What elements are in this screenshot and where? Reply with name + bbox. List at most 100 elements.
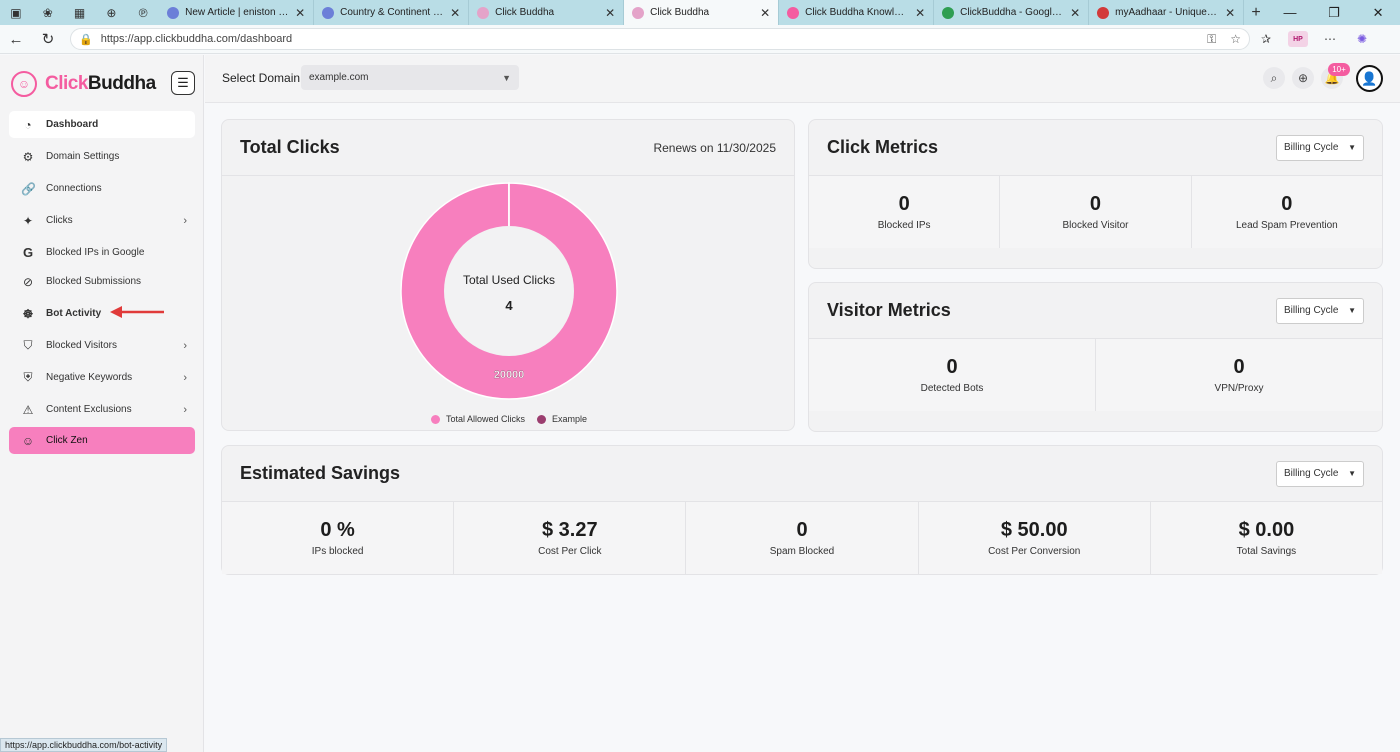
tab-actions-icon[interactable]: ▣ [0, 0, 32, 25]
metric-cell: 0 Blocked IPs [809, 176, 1001, 248]
tab-favicon-icon [1097, 6, 1110, 19]
savings-billing-cycle-select[interactable]: Billing Cycle ▼ [1276, 460, 1364, 487]
browser-tab[interactable]: Click Buddha Knowledge Ba ✕ [779, 0, 935, 25]
pinned-tab-4[interactable]: ℗ [127, 0, 159, 25]
tab-favicon-icon [477, 6, 490, 19]
browser-tab[interactable]: Click Buddha ✕ [469, 0, 625, 25]
menu-toggle-icon[interactable]: ☰ [171, 71, 195, 95]
metric-cell: 0 Lead Spam Prevention [1192, 176, 1382, 248]
avatar[interactable]: 👤 [1356, 65, 1383, 92]
sidebar-item-blocked-submissions[interactable]: ⊘ Blocked Submissions [9, 268, 195, 295]
close-tab-icon[interactable]: ✕ [295, 6, 305, 20]
domain-select-value: example.com [309, 72, 369, 83]
profile-badge[interactable]: HP [1288, 31, 1308, 47]
close-window-icon[interactable]: ✕ [1356, 0, 1400, 25]
chevron-right-icon[interactable]: › [183, 215, 187, 227]
metric-cell: $ 3.27 Cost Per Click [454, 502, 687, 574]
sidebar-item-blocked-visitors[interactable]: ⛉ Blocked Visitors › [9, 332, 195, 359]
chevron-down-icon: ▼ [1348, 469, 1356, 478]
tab-title: Click Buddha Knowledge Ba [805, 7, 909, 18]
gear-icon: ⚙ [22, 149, 34, 164]
sidebar-item-domain-settings[interactable]: ⚙ Domain Settings [9, 143, 195, 170]
metric-label: Lead Spam Prevention [1235, 220, 1338, 231]
close-tab-icon[interactable]: ✕ [1070, 6, 1080, 20]
click-icon: ✦ [22, 213, 34, 228]
browser-tab[interactable]: myAadhaar - Unique Identific ✕ [1089, 0, 1245, 25]
metric-label: Spam Blocked [769, 546, 835, 557]
sidebar-item-label: Click Zen [46, 435, 88, 446]
sidebar-item-label: Blocked IPs in Google [46, 247, 145, 258]
sidebar-item-negative-keywords[interactable]: ⛨ Negative Keywords › [9, 364, 195, 391]
sidebar-item-dashboard[interactable]: ◔ Dashboard [9, 111, 195, 138]
shield-minus-icon: ⛨ [23, 370, 33, 384]
close-tab-icon[interactable]: ✕ [760, 6, 770, 20]
visitor-billing-cycle-select[interactable]: Billing Cycle ▼ [1276, 297, 1364, 324]
sidebar-item-connections[interactable]: 🔗 Connections [9, 175, 195, 202]
browser-tab[interactable]: Country & Continent Securit ✕ [314, 0, 470, 25]
maximize-icon[interactable]: ❐ [1312, 0, 1356, 25]
back-icon[interactable]: ← [0, 25, 32, 54]
browser-tab[interactable]: New Article | eniston Knowle ✕ [159, 0, 315, 25]
metric-value: 0 [1281, 193, 1293, 215]
legend-item[interactable]: Example [534, 414, 590, 424]
sidebar-item-content-exclusions[interactable]: ⚠ Content Exclusions › [9, 396, 195, 423]
sidebar-item-label: Connections [46, 183, 102, 194]
metric-cell: $ 50.00 Cost Per Conversion [919, 502, 1151, 574]
metric-label: Cost Per Conversion [988, 546, 1081, 557]
chevron-right-icon[interactable]: › [183, 372, 187, 384]
sidebar-item-bot-activity[interactable]: ☸ Bot Activity [9, 300, 195, 327]
more-icon[interactable]: ⋯ [1314, 32, 1346, 46]
pinned-tab-3[interactable]: ⊕ [95, 0, 127, 25]
key-icon[interactable]: ⚿ [1207, 32, 1216, 47]
notification-badge: 10+ [1328, 63, 1350, 76]
donut-chart: Total Used Clicks 4 20000 [400, 182, 618, 400]
metric-label: Detected Bots [920, 383, 984, 394]
search-icon[interactable]: ⌕ [1263, 67, 1285, 89]
favorite-star-icon[interactable]: ☆ [1230, 32, 1241, 46]
close-tab-icon[interactable]: ✕ [450, 6, 460, 20]
click-metrics-title: Click Metrics [827, 137, 939, 157]
pinned-tab-1[interactable]: ❀ [32, 0, 64, 25]
domain-select[interactable]: example.com ▼ [301, 65, 519, 90]
url-field[interactable]: 🔒 https://app.clickbuddha.com/dashboard … [70, 28, 1250, 50]
copilot-icon[interactable]: ✺ [1346, 32, 1378, 46]
close-tab-icon[interactable]: ✕ [1225, 6, 1235, 20]
url-text: https://app.clickbuddha.com/dashboard [100, 33, 293, 45]
sidebar-item-blocked-ips-in-google[interactable]: G Blocked IPs in Google [9, 239, 195, 266]
browser-tab[interactable]: ClickBuddha - Google Drive ✕ [934, 0, 1090, 25]
close-tab-icon[interactable]: ✕ [915, 6, 925, 20]
tab-title: New Article | eniston Knowle [185, 7, 289, 18]
metric-value: 0 [946, 356, 958, 378]
minimize-icon[interactable]: — [1268, 0, 1312, 25]
legend-item[interactable]: Total Allowed Clicks [428, 414, 528, 424]
brand[interactable]: ☺ ClickBuddha [11, 71, 156, 97]
metric-value: $ 0.00 [1238, 519, 1295, 541]
new-tab-icon[interactable]: + [1244, 4, 1268, 22]
globe-icon[interactable]: ⊕ [1292, 67, 1314, 89]
favorites-icon[interactable]: ✰ [1250, 32, 1282, 46]
sidebar-item-clicks[interactable]: ✦ Clicks › [9, 207, 195, 234]
metric-label: Cost Per Click [538, 546, 602, 557]
click-billing-cycle-select[interactable]: Billing Cycle ▼ [1276, 134, 1364, 161]
chevron-right-icon[interactable]: › [183, 404, 187, 416]
tab-title: Click Buddha [650, 7, 710, 18]
metric-cell: $ 0.00 Total Savings [1151, 502, 1382, 574]
metric-value: $ 50.00 [1000, 519, 1068, 541]
chevron-right-icon[interactable]: › [183, 340, 187, 352]
reload-icon[interactable]: ↻ [32, 25, 64, 54]
close-tab-icon[interactable]: ✕ [605, 6, 615, 20]
shield-icon: ⛉ [23, 338, 33, 352]
google-icon: G [22, 245, 34, 260]
savings-grid: 0 % IPs blocked $ 3.27 Cost Per Click 0 Spam … [222, 502, 1382, 574]
sidebar-item-label: Negative Keywords [46, 372, 133, 383]
browser-tab[interactable]: Click Buddha ✕ [624, 0, 780, 25]
pinned-tab-2[interactable]: ▦ [64, 0, 96, 25]
sidebar-item-click-zen[interactable]: ☺ Click Zen [9, 427, 195, 454]
address-bar: ← ↻ 🔒 https://app.clickbuddha.com/dashbo… [0, 25, 1400, 54]
metric-label: Total Savings [1236, 546, 1297, 557]
center-value: 4 [505, 298, 513, 313]
metric-value: 0 [898, 193, 910, 215]
select-domain-label: Select Domain [222, 71, 301, 85]
warning-icon: ⚠ [22, 402, 34, 417]
lock-icon[interactable]: 🔒 [79, 33, 93, 46]
